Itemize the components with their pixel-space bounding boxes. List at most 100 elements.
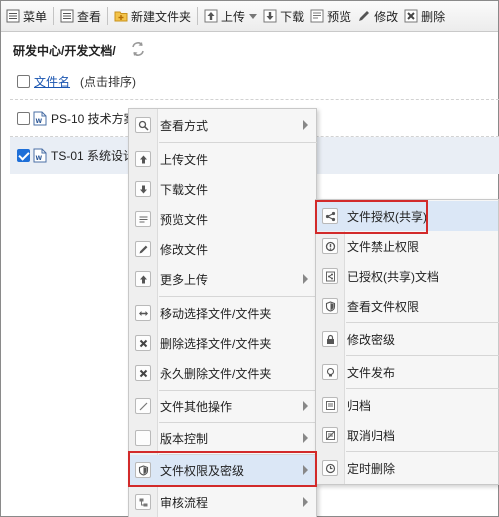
upload-label: 上传 <box>221 9 246 24</box>
submenu-item-modify-security[interactable]: 修改密级 <box>316 324 498 354</box>
menu-divider <box>159 142 317 143</box>
delete-button[interactable]: 删除 <box>401 4 448 28</box>
menu-item-more-upload[interactable]: 更多上传 <box>129 264 316 294</box>
preview-icon <box>310 9 324 23</box>
chevron-down-icon[interactable] <box>249 13 258 19</box>
menu-icon <box>6 9 20 23</box>
lock-icon <box>322 331 338 347</box>
submenu-item-publish[interactable]: 文件发布 <box>316 357 498 387</box>
menu-item-move-selected[interactable]: 移动选择文件/文件夹 <box>129 298 316 328</box>
share-doc-icon <box>322 268 338 284</box>
submenu-item-label: 已授权(共享)文档 <box>347 269 439 284</box>
unarchive-icon <box>322 427 338 443</box>
sort-hint: (点击排序) <box>80 74 137 89</box>
filename-sort-link[interactable]: 文件名 <box>34 73 70 90</box>
refresh-icon[interactable] <box>129 40 147 58</box>
pencil-icon <box>135 241 151 257</box>
menu-item-label: 删除选择文件/文件夹 <box>160 336 272 351</box>
menu-item-other-operations[interactable]: 文件其他操作 <box>129 391 316 421</box>
menu-item-label: 查看方式 <box>160 118 209 133</box>
modify-button[interactable]: 修改 <box>354 4 401 28</box>
download-icon <box>135 181 151 197</box>
menu-item-version-control[interactable]: 版本控制 <box>129 423 316 453</box>
share-icon <box>322 208 338 224</box>
preview-label: 预览 <box>327 9 352 24</box>
file-checkbox[interactable] <box>17 111 30 125</box>
menu-item-modify-file[interactable]: 修改文件 <box>129 234 316 264</box>
menu-divider <box>346 322 499 323</box>
submenu-item-file-forbid[interactable]: 文件禁止权限 <box>316 231 498 261</box>
menu-item-label: 上传文件 <box>160 152 209 167</box>
submenu-item-view-permission[interactable]: 查看文件权限 <box>316 291 498 321</box>
blank-icon <box>135 430 151 446</box>
menu-divider <box>346 451 499 452</box>
menu-divider <box>346 388 499 389</box>
magnifier-icon <box>135 117 151 133</box>
menu-item-label: 永久删除文件/文件夹 <box>160 366 272 381</box>
submenu-arrow-icon <box>303 274 308 284</box>
preview-button[interactable]: 预览 <box>307 4 354 28</box>
upload-button[interactable]: 上传 <box>201 4 260 28</box>
menu-item-approval-flow[interactable]: 审核流程 <box>129 487 316 517</box>
menu-item-delete-selected[interactable]: 删除选择文件/文件夹 <box>129 328 316 358</box>
menu-item-permission-security[interactable]: 文件权限及密级 <box>129 455 316 485</box>
submenu-item-label: 归档 <box>347 398 372 413</box>
submenu-item-label: 文件禁止权限 <box>347 239 420 254</box>
menu-button[interactable]: 菜单 <box>3 4 50 28</box>
view-label: 查看 <box>77 9 102 24</box>
svg-text:W: W <box>36 155 43 162</box>
clock-icon <box>322 460 338 476</box>
menu-item-label: 文件权限及密级 <box>160 463 245 478</box>
upload-icon <box>135 151 151 167</box>
submenu-item-label: 取消归档 <box>347 428 396 443</box>
menu-item-label: 预览文件 <box>160 212 209 227</box>
menu-item-upload-file[interactable]: 上传文件 <box>129 144 316 174</box>
menu-divider <box>346 355 499 356</box>
submenu-item-label: 修改密级 <box>347 332 396 347</box>
menu-item-download-file[interactable]: 下载文件 <box>129 174 316 204</box>
file-name[interactable]: PS-10 技术方案 <box>51 110 136 127</box>
shield-icon <box>322 298 338 314</box>
submenu-item-timed-delete[interactable]: 定时删除 <box>316 453 498 483</box>
download-label: 下载 <box>280 9 305 24</box>
menu-item-preview-file[interactable]: 预览文件 <box>129 204 316 234</box>
submenu-arrow-icon <box>303 433 308 443</box>
submenu-item-label: 文件发布 <box>347 365 396 380</box>
menu-item-label: 文件其他操作 <box>160 399 233 414</box>
folder-plus-icon <box>114 9 128 23</box>
delete-x-icon <box>404 9 418 23</box>
toolbar-divider <box>53 7 55 25</box>
flow-icon <box>135 494 151 510</box>
submenu-item-label: 定时删除 <box>347 461 396 476</box>
download-icon <box>263 9 277 23</box>
delete-x-icon <box>135 335 151 351</box>
menu-item-label: 修改文件 <box>160 242 209 257</box>
submenu-item-shared-docs[interactable]: 已授权(共享)文档 <box>316 261 498 291</box>
download-button[interactable]: 下载 <box>260 4 307 28</box>
file-name[interactable]: TS-01 系统设计 <box>51 147 135 164</box>
forbid-icon <box>322 238 338 254</box>
bulb-icon <box>322 364 338 380</box>
menu-item-label: 审核流程 <box>160 495 209 510</box>
delete-label: 删除 <box>421 9 446 24</box>
upload-icon <box>204 9 218 23</box>
menu-divider <box>159 296 317 297</box>
menu-item-permanent-delete[interactable]: 永久删除文件/文件夹 <box>129 358 316 388</box>
select-all-checkbox[interactable] <box>17 74 30 88</box>
move-icon <box>135 305 151 321</box>
word-doc-icon: W <box>33 111 47 126</box>
new-folder-button[interactable]: 新建文件夹 <box>111 4 194 28</box>
file-checkbox-checked[interactable] <box>17 149 30 162</box>
submenu-arrow-icon <box>303 465 308 475</box>
permission-submenu: 文件授权(共享) 文件禁止权限 已授权(共享)文档 查看文件权限 修改密级 文件… <box>315 199 499 485</box>
submenu-item-file-share[interactable]: 文件授权(共享) <box>316 201 498 231</box>
submenu-item-archive[interactable]: 归档 <box>316 390 498 420</box>
context-menu: 查看方式 上传文件 下载文件 预览文件 修改文件 更多上传 移动选择文件/文件夹… <box>128 108 317 517</box>
submenu-item-unarchive[interactable]: 取消归档 <box>316 420 498 450</box>
slash-icon <box>135 398 151 414</box>
word-doc-icon: W <box>33 148 47 163</box>
preview-icon <box>135 211 151 227</box>
menu-item-view-mode[interactable]: 查看方式 <box>129 110 316 140</box>
view-button[interactable]: 查看 <box>57 4 104 28</box>
submenu-arrow-icon <box>303 401 308 411</box>
